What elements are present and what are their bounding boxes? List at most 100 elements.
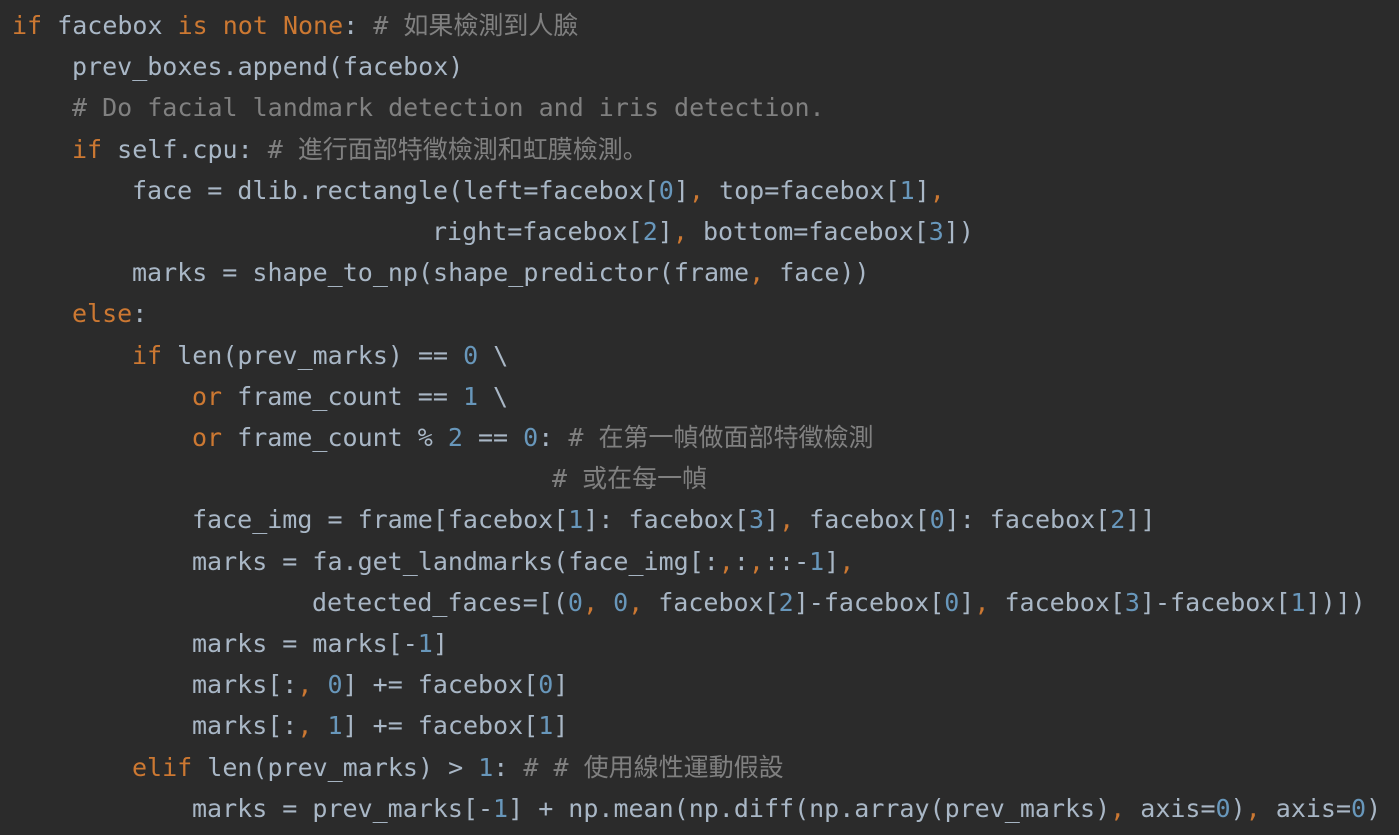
punctuation-token: , [688,175,704,205]
number-token: 1 [1290,587,1306,617]
code-text-token: frame_count % [222,423,448,452]
code-line[interactable]: # Do facial landmark detection and iris … [72,87,825,128]
punctuation-token: , [297,711,313,741]
code-line[interactable]: elif len(prev_marks) > 1: # # 使用線性運動假設 [132,747,784,788]
code-text-token: ]: facebox[ [944,505,1111,535]
code-text-token: marks = shape_to_np(shape_predictor(fram… [132,258,750,288]
code-text-token: ] [764,505,780,535]
code-text-token: ] [432,629,448,658]
comment-token: # Do facial landmark detection and iris … [72,93,825,123]
keyword-token: or [192,423,223,452]
keyword-token: if [72,134,103,164]
number-token: 0 [567,587,583,617]
code-text-token: ) [1230,793,1246,823]
keyword-token: or [192,381,223,411]
number-token: 0 [929,505,945,535]
punctuation-token: , [672,217,688,246]
code-text-token: ] [959,587,975,617]
code-text-token: ::- [763,546,810,576]
code-text-token: detected_faces=[( [312,587,568,617]
code-text-token: axis= [1125,793,1216,823]
number-token: 3 [748,505,764,535]
code-line[interactable]: face = dlib.rectangle(left=facebox[0], t… [132,170,945,211]
number-token: 1 [899,175,915,205]
punctuation-token: , [297,670,313,700]
code-editor[interactable]: if facebox is not None: # 如果檢測到人臉 prev_bo… [0,0,1399,835]
comment-token: # 進行面部特徵檢測和虹膜檢測。 [267,134,648,164]
keyword-token: else [72,299,133,329]
number-token: 3 [1124,587,1140,617]
number-token: 1 [478,752,494,782]
number-token: 2 [1110,505,1126,535]
code-text-token: \ [478,340,509,370]
comment-token: # 或在每一幀 [552,464,708,494]
code-text-token: ]: facebox[ [583,505,749,535]
number-token: 0 [658,175,674,205]
code-line[interactable]: or frame_count == 1 \ [192,376,508,417]
number-token: 3 [928,217,944,246]
code-text-token: self.cpu: [102,134,268,164]
code-text-token: len(prev_marks) == [162,340,464,370]
code-line[interactable]: or frame_count % 2 == 0: # 在第一幀做面部特徵檢測 [192,417,873,458]
code-text-token: : [733,546,749,576]
code-text-token: marks = fa.get_landmarks(face_img[: [192,546,719,576]
code-line[interactable]: if facebox is not None: # 如果檢測到人臉 [12,5,578,46]
code-line[interactable]: marks = shape_to_np(shape_predictor(fram… [132,252,870,293]
code-text-token: ] += facebox[ [342,711,539,741]
code-text-token: axis= [1260,793,1352,823]
code-text-token: facebox[ [643,587,779,617]
code-text-token: ] [824,546,840,576]
code-text-token: ] [553,711,569,741]
code-text-token: facebox [42,11,178,40]
code-text-token: marks = marks[- [192,629,418,658]
code-text-token: face = dlib.rectangle(left=facebox[ [132,175,659,205]
code-text-token: ] + np.mean(np.diff(np.array(prev_marks) [508,793,1111,823]
keyword-token: if [12,11,43,40]
number-token: 1 [568,505,584,535]
code-line[interactable]: marks[:, 1] += facebox[1] [192,705,568,746]
comment-token: # 如果檢測到人臉 [373,11,579,40]
code-text-token: == [462,423,524,452]
punctuation-token: , [749,258,765,288]
code-line[interactable]: marks[:, 0] += facebox[0] [192,664,568,705]
code-text-token: \ [478,381,509,411]
code-text-token: : [343,11,374,40]
code-line[interactable]: marks = fa.get_landmarks(face_img[:,:,::… [192,541,854,582]
code-line[interactable]: if len(prev_marks) == 0 \ [132,335,508,376]
code-text-token: ])]) [1305,587,1366,617]
code-line[interactable]: face_img = frame[facebox[1]: facebox[3],… [192,499,1155,540]
number-token: 0 [1351,793,1367,823]
code-text-token: marks[: [192,711,298,741]
punctuation-token: , [1245,793,1261,823]
punctuation-token: , [779,505,795,535]
code-line[interactable]: prev_boxes.append(facebox) [72,46,463,87]
number-token: 1 [462,381,478,411]
code-line[interactable]: marks = prev_marks[-1] + np.mean(np.diff… [192,788,1381,829]
code-text-token: ]] [1125,505,1156,535]
code-text-token: marks = prev_marks[- [192,793,494,823]
comment-token: # 在第一幀做面部特徵檢測 [568,423,874,452]
number-token: 1 [809,546,825,576]
number-token: 0 [327,670,343,700]
code-text-token: marks[: [192,670,298,700]
code-line[interactable]: if self.cpu: # 進行面部特徵檢測和虹膜檢測。 [72,129,648,170]
code-text-token: : [493,752,524,782]
number-token: 2 [778,587,794,617]
keyword-token: if [132,340,163,370]
number-token: 0 [523,423,539,452]
keyword-token: is not [177,11,268,40]
code-line[interactable]: # 或在每一幀 [552,458,707,499]
number-token: 0 [944,587,960,617]
code-line[interactable]: marks = marks[-1] [192,623,448,664]
code-line[interactable]: else: [72,293,147,334]
punctuation-token: , [748,546,764,576]
code-line[interactable]: detected_faces=[(0, 0, facebox[2]-facebo… [312,582,1366,623]
code-line[interactable]: right=facebox[2], bottom=facebox[3]) [432,211,974,252]
punctuation-token: , [628,587,644,617]
code-text-token: : [538,423,569,452]
punctuation-token: , [839,546,855,576]
code-text-token: facebox[ [794,505,930,535]
code-text-token: ] += facebox[ [342,670,539,700]
